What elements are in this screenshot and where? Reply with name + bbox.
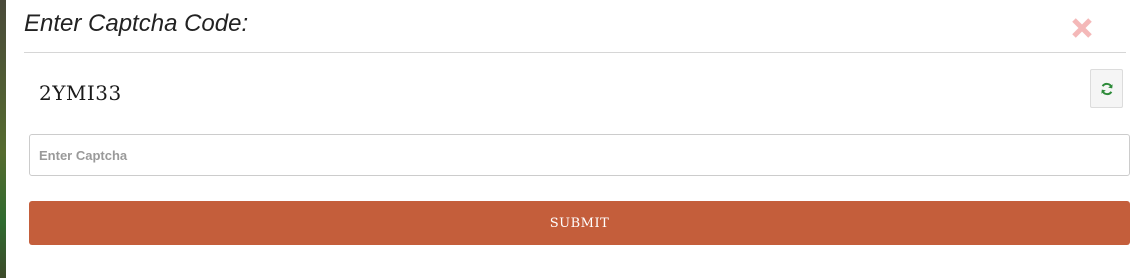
submit-button[interactable]: SUBMIT bbox=[29, 201, 1130, 245]
header-divider bbox=[24, 52, 1126, 53]
close-icon bbox=[1072, 18, 1092, 38]
captcha-code-text: 2YMI33 bbox=[39, 81, 122, 105]
refresh-captcha-button[interactable] bbox=[1090, 69, 1123, 108]
modal-title: Enter Captcha Code: bbox=[24, 10, 249, 37]
refresh-icon bbox=[1100, 82, 1113, 95]
captcha-modal: Enter Captcha Code: 2YMI33 SUBMIT bbox=[6, 0, 1144, 278]
captcha-input[interactable] bbox=[29, 134, 1130, 176]
close-button[interactable] bbox=[1068, 14, 1096, 42]
